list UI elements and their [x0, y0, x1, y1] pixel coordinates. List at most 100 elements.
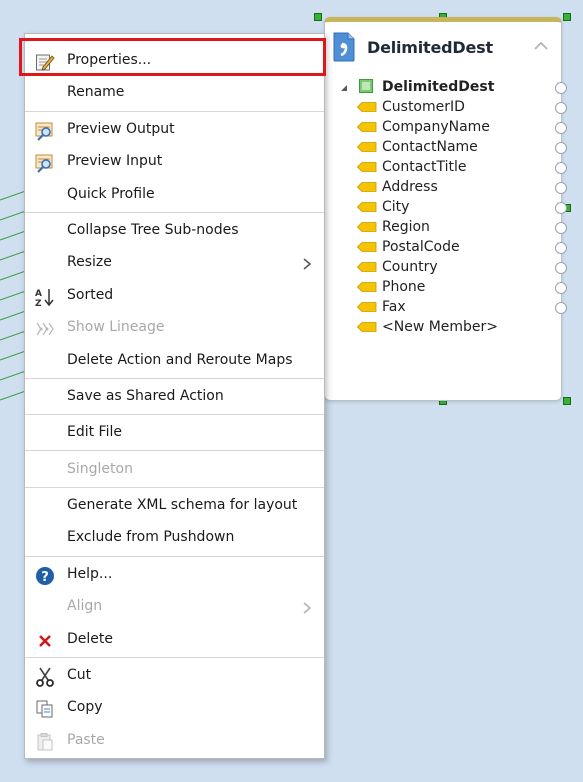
selection-handle[interactable] [314, 13, 322, 21]
design-canvas[interactable]: DelimitedDest DelimitedDest CustomerID Com… [0, 0, 583, 782]
menu-item-save-as-shared-action[interactable]: Save as Shared Action [25, 381, 324, 413]
output-pin[interactable] [555, 182, 567, 194]
record-icon [359, 79, 373, 93]
menu-item-label: Collapse Tree Sub-nodes [67, 222, 239, 238]
menu-item-label: Resize [67, 254, 112, 270]
menu-item-exclude-from-pushdown[interactable]: Exclude from Pushdown [25, 522, 324, 554]
menu-item-quick-profile[interactable]: Quick Profile [25, 179, 324, 211]
chevron-right-icon [303, 602, 312, 614]
tree-field-row[interactable]: City [325, 198, 567, 218]
menu-item-properties[interactable]: Properties... [25, 45, 324, 77]
expander-icon[interactable] [340, 84, 348, 92]
tree-field-row[interactable]: ContactName [325, 138, 567, 158]
output-pin[interactable] [555, 102, 567, 114]
menu-item-label: Help... [67, 566, 113, 582]
tree-field-label: Country [382, 259, 438, 275]
menu-separator [25, 657, 324, 658]
menu-item-label: Quick Profile [67, 186, 155, 202]
menu-item-singleton[interactable]: Singleton [25, 454, 324, 486]
menu-separator [25, 212, 324, 213]
chevron-up-icon[interactable] [533, 40, 549, 52]
menu-item-paste[interactable]: Paste [25, 725, 324, 757]
tree-field-label: PostalCode [382, 239, 460, 255]
tree-field-row[interactable]: Address [325, 178, 567, 198]
tree-field-row[interactable]: Region [325, 218, 567, 238]
node-header[interactable]: DelimitedDest [325, 22, 561, 76]
tree-field-row[interactable]: Fax [325, 298, 567, 318]
menu-item-resize[interactable]: Resize [25, 247, 324, 279]
field-tag-icon [357, 262, 377, 272]
tree-field-row[interactable]: Phone [325, 278, 567, 298]
output-pin[interactable] [555, 82, 567, 94]
menu-item-copy[interactable]: Copy [25, 692, 324, 724]
tree-field-row[interactable]: CustomerID [325, 98, 567, 118]
field-tag-icon [357, 242, 377, 252]
menu-item-label: Sorted [67, 287, 114, 303]
menu-item-delete[interactable]: Delete [25, 624, 324, 656]
properties-icon [35, 52, 55, 72]
tree-field-label: <New Member> [382, 319, 499, 335]
menu-item-generate-xml-schema-for-layout[interactable]: Generate XML schema for layout [25, 490, 324, 522]
field-tag-icon [357, 102, 377, 112]
output-pin[interactable] [555, 262, 567, 274]
menu-item-label: Properties... [67, 52, 152, 68]
output-pin[interactable] [555, 202, 567, 214]
menu-item-sorted[interactable]: A Z Sorted [25, 280, 324, 312]
menu-item-preview-input[interactable]: Preview Input [25, 146, 324, 178]
output-pin[interactable] [555, 122, 567, 134]
tree-field-label: Phone [382, 279, 426, 295]
svg-text:Z: Z [35, 299, 42, 307]
svg-text:A: A [35, 289, 42, 299]
field-tag-icon [357, 222, 377, 232]
menu-item-help[interactable]: ? Help... [25, 559, 324, 591]
menu-separator [25, 414, 324, 415]
tree-field-label: CompanyName [382, 119, 490, 135]
menu-item-rename[interactable]: Rename [25, 77, 324, 109]
menu-item-align[interactable]: Align [25, 591, 324, 623]
output-pin[interactable] [555, 302, 567, 314]
menu-item-collapse-tree-sub-nodes[interactable]: Collapse Tree Sub-nodes [25, 215, 324, 247]
menu-item-preview-output[interactable]: Preview Output [25, 114, 324, 146]
tree-field-row[interactable]: PostalCode [325, 238, 567, 258]
field-tag-icon [357, 322, 377, 332]
menu-item-show-lineage[interactable]: Show Lineage [25, 312, 324, 344]
output-pin[interactable] [555, 142, 567, 154]
delimited-dest-node[interactable]: DelimitedDest DelimitedDest CustomerID Com… [324, 17, 567, 401]
lineage-icon [35, 319, 55, 339]
tree-field-label: ContactName [382, 139, 478, 155]
selection-handle[interactable] [563, 13, 571, 21]
node-title: DelimitedDest [367, 38, 493, 57]
selection-handle[interactable] [563, 397, 571, 405]
output-pin[interactable] [555, 222, 567, 234]
output-pin[interactable] [555, 242, 567, 254]
svg-text:?: ? [41, 570, 49, 585]
menu-separator [25, 556, 324, 557]
menu-item-label: Delete [67, 631, 113, 647]
tree-root-label: DelimitedDest [382, 79, 495, 95]
tree-field-row[interactable]: ContactTitle [325, 158, 567, 178]
preview-icon [35, 121, 55, 141]
menu-item-label: Generate XML schema for layout [67, 497, 298, 513]
menu-separator [25, 450, 324, 451]
tree-field-label: Fax [382, 299, 406, 315]
output-pin[interactable] [555, 162, 567, 174]
menu-item-label: Delete Action and Reroute Maps [67, 352, 293, 368]
tree-field-row[interactable]: Country [325, 258, 567, 278]
tree-field-row[interactable]: <New Member> [325, 318, 561, 338]
menu-item-cut[interactable]: Cut [25, 660, 324, 692]
menu-item-edit-file[interactable]: Edit File [25, 417, 324, 449]
help-icon: ? [35, 566, 55, 586]
tree-field-row[interactable]: CompanyName [325, 118, 567, 138]
tree-root-row[interactable]: DelimitedDest [325, 78, 567, 98]
menu-item-label: Rename [67, 84, 125, 100]
output-pin[interactable] [555, 282, 567, 294]
tree-field-label: City [382, 199, 410, 215]
menu-separator [25, 378, 324, 379]
delimited-file-icon [333, 32, 355, 62]
field-tag-icon [357, 162, 377, 172]
menu-item-label: Show Lineage [67, 319, 165, 335]
menu-item-label: Paste [67, 732, 105, 748]
field-tag-icon [357, 302, 377, 312]
preview-icon [35, 153, 55, 173]
menu-item-delete-action-and-reroute-maps[interactable]: Delete Action and Reroute Maps [25, 345, 324, 377]
